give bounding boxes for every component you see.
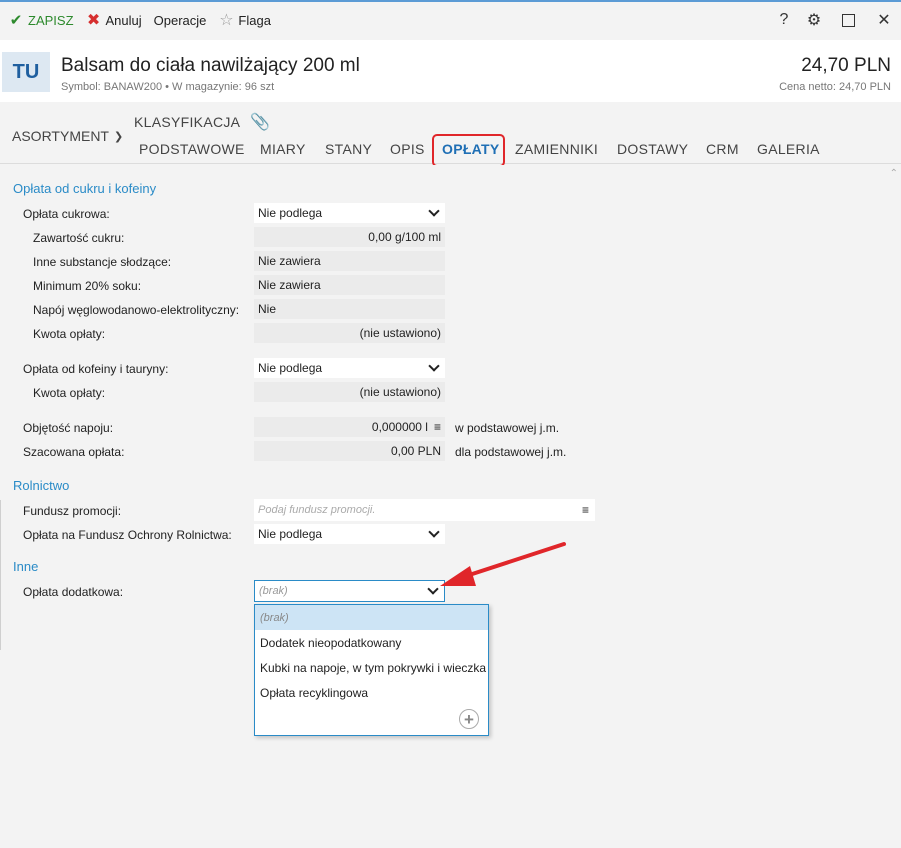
fofr-value: Nie podlega	[258, 527, 323, 541]
estimate-field: 0,00 PLN	[254, 441, 445, 461]
red-arrow-annotation	[440, 542, 566, 586]
tab-classification[interactable]: KLASYFIKACJA	[134, 114, 240, 130]
tab-crm[interactable]: CRM	[706, 141, 739, 157]
save-label: ZAPISZ	[28, 12, 74, 28]
extra-fee-select[interactable]: (brak)	[254, 580, 445, 602]
toolbar: ✔ ZAPISZ ✖ Anuluj Operacje ☆ Flaga ? ⚙ ✕	[0, 0, 901, 40]
menu-lines-icon[interactable]: ≡	[582, 503, 589, 517]
volume-value: 0,000000 l	[371, 420, 428, 434]
chevron-down-icon	[427, 583, 439, 595]
operations-label: Operacje	[153, 12, 207, 28]
caffeine-amount-field: (nie ustawiono)	[254, 382, 445, 402]
cancel-label: Anuluj	[105, 12, 142, 28]
sweeteners-label: Inne substancje słodzące:	[33, 255, 172, 269]
section-other-title: Inne	[13, 559, 39, 574]
tab-dostawy[interactable]: DOSTAWY	[617, 141, 688, 157]
tab-galeria[interactable]: GALERIA	[757, 141, 820, 157]
add-option-button[interactable]: +	[459, 709, 479, 729]
settings-button[interactable]: ⚙	[802, 8, 826, 32]
sugar-fee-value: Nie podlega	[258, 206, 323, 220]
window-top-border	[0, 0, 901, 2]
help-label: ?	[779, 11, 789, 28]
gear-icon: ⚙	[806, 12, 822, 29]
sugar-amount-label: Kwota opłaty:	[33, 327, 106, 341]
flag-label: Flaga	[238, 12, 271, 28]
sugar-amount-field: (nie ustawiono)	[254, 323, 445, 343]
section-agri-title: Rolnictwo	[13, 478, 70, 493]
flag-button[interactable]: ☆ Flaga	[212, 8, 277, 32]
juice-field[interactable]: Nie zawiera	[254, 275, 445, 295]
dropdown-option-untaxed[interactable]: Dodatek nieopodatkowany	[255, 630, 488, 655]
maximize-icon	[841, 13, 855, 27]
save-button[interactable]: ✔ ZAPISZ	[0, 8, 80, 32]
extra-fee-value: (brak)	[259, 585, 288, 597]
estimate-label: Szacowana opłata:	[23, 445, 125, 459]
volume-field[interactable]: 0,000000 l ≡	[254, 417, 445, 437]
dropdown-option-cups[interactable]: Kubki na napoje, w tym pokrywki i wieczk…	[255, 655, 488, 680]
assortment-label: ASORTYMENT	[12, 128, 109, 144]
scroll-up-icon[interactable]: ⌃	[890, 168, 898, 179]
caffeine-fee-value: Nie podlega	[258, 361, 323, 375]
sweeteners-field[interactable]: Nie zawiera	[254, 251, 445, 271]
volume-unit: w podstawowej j.m.	[455, 421, 560, 435]
paperclip-icon[interactable]: 📎	[250, 112, 270, 132]
tab-podstawowe[interactable]: PODSTAWOWE	[139, 141, 245, 157]
chevron-down-icon	[428, 360, 440, 372]
extra-fee-label: Opłata dodatkowa:	[23, 585, 124, 599]
fund-label: Fundusz promocji:	[23, 504, 122, 518]
juice-label: Minimum 20% soku:	[33, 279, 142, 293]
operations-button[interactable]: Operacje	[148, 8, 213, 32]
fofr-label: Opłata na Fundusz Ochrony Rolnictwa:	[23, 528, 232, 542]
section-sugar-title: Opłata od cukru i kofeiny	[13, 181, 157, 196]
caffeine-fee-select[interactable]: Nie podlega	[254, 358, 445, 378]
product-netto-price: Cena netto: 24,70 PLN	[779, 81, 891, 93]
product-subtitle: Symbol: BANAW200 • W magazynie: 96 szt	[61, 81, 275, 93]
caffeine-amount-label: Kwota opłaty:	[33, 386, 106, 400]
assortment-dropdown[interactable]: ASORTYMENT ❯	[12, 128, 123, 144]
maximize-button[interactable]	[836, 8, 860, 32]
extra-fee-dropdown: (brak) Dodatek nieopodatkowany Kubki na …	[254, 604, 489, 736]
tab-miary[interactable]: MIARY	[260, 141, 306, 157]
fofr-select[interactable]: Nie podlega	[254, 524, 445, 544]
sugar-fee-select[interactable]: Nie podlega	[254, 203, 445, 223]
menu-lines-icon[interactable]: ≡	[434, 420, 441, 434]
left-divider	[0, 500, 1, 650]
checkmark-icon: ✔	[9, 12, 23, 29]
tab-stany[interactable]: STANY	[325, 141, 372, 157]
fund-input[interactable]: Podaj fundusz promocji. ≡	[254, 499, 595, 521]
tab-zamienniki[interactable]: ZAMIENNIKI	[515, 141, 598, 157]
cancel-button[interactable]: ✖ Anuluj	[80, 8, 148, 32]
close-window-button[interactable]: ✕	[872, 8, 896, 32]
active-tab-highlight	[432, 134, 505, 167]
page-title: Balsam do ciała nawilżający 200 ml	[61, 55, 360, 76]
chevron-down-icon: ❯	[113, 130, 124, 143]
chevron-down-icon	[428, 205, 440, 217]
plus-icon: +	[464, 709, 474, 729]
sugar-content-field[interactable]: 0,00 g/100 ml	[254, 227, 445, 247]
close-icon: ✕	[877, 12, 891, 29]
help-button[interactable]: ?	[772, 8, 796, 32]
sugar-content-label: Zawartość cukru:	[33, 231, 125, 245]
star-icon: ☆	[219, 12, 234, 29]
isotonic-field[interactable]: Nie	[254, 299, 445, 319]
estimate-unit: dla podstawowej j.m.	[455, 445, 567, 459]
close-x-icon: ✖	[86, 12, 101, 29]
avatar: TU	[2, 52, 50, 92]
dropdown-option-recycling[interactable]: Opłata recyklingowa	[255, 680, 488, 705]
product-price: 24,70 PLN	[801, 55, 891, 76]
isotonic-label: Napój węglowodanowo-elektrolityczny:	[33, 303, 240, 317]
tab-opis[interactable]: OPIS	[390, 141, 425, 157]
sugar-fee-label: Opłata cukrowa:	[23, 207, 110, 221]
caffeine-fee-label: Opłata od kofeiny i tauryny:	[23, 362, 169, 376]
dropdown-option-none[interactable]: (brak)	[255, 605, 488, 630]
chevron-down-icon	[428, 526, 440, 538]
fund-placeholder: Podaj fundusz promocji.	[258, 504, 376, 516]
volume-label: Objętość napoju:	[23, 421, 114, 435]
